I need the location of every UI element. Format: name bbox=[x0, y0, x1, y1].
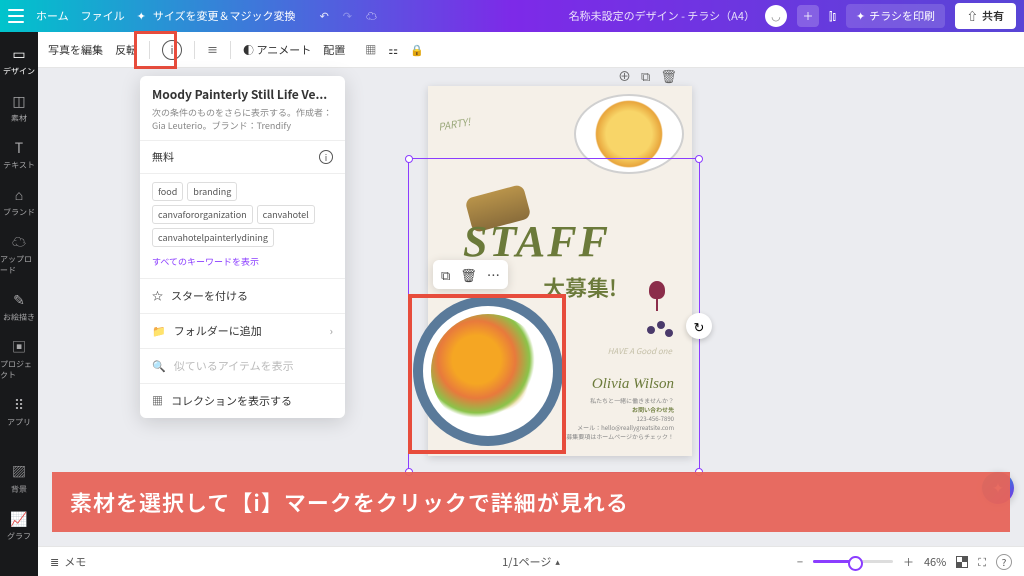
food-image-1[interactable] bbox=[574, 94, 684, 174]
info-icon[interactable]: i bbox=[162, 40, 182, 60]
delete-icon[interactable]: 🗑 bbox=[460, 265, 477, 284]
link-icon[interactable]: ⚏ bbox=[388, 42, 398, 58]
similar-action: 🔍似ているアイテムを表示 bbox=[140, 348, 345, 383]
folder-action[interactable]: 📁フォルダーに追加› bbox=[140, 313, 345, 348]
info-panel: Moody Painterly Still Life Ve... 次の条件のもの… bbox=[140, 76, 345, 418]
separator bbox=[230, 41, 231, 59]
tag[interactable]: branding bbox=[187, 182, 237, 201]
help-icon[interactable]: ? bbox=[996, 554, 1012, 570]
memo-icon: ≣ bbox=[50, 554, 59, 570]
food-image-selected[interactable] bbox=[413, 296, 563, 446]
page-comment-icon[interactable]: ⊕ bbox=[618, 68, 631, 85]
annotation-caption: 素材を選択して【i】マークをクリックで詳細が見れる bbox=[52, 472, 1010, 532]
share-button[interactable]: ⇧ 共有 bbox=[955, 3, 1016, 29]
sidebar-background[interactable]: ▨背景 bbox=[0, 456, 38, 501]
chevron-right-icon: › bbox=[330, 323, 333, 339]
info-subtitle: 次の条件のものをさらに表示する。作成者：Gia Leuterio。ブランド：Tr… bbox=[152, 107, 333, 132]
resize-magic[interactable]: サイズを変更＆マジック変換 bbox=[137, 8, 296, 24]
cloud-sync-icon[interactable]: ☁ bbox=[366, 8, 377, 24]
floating-toolbar: ⧉ 🗑 ⋯ bbox=[433, 260, 508, 289]
zoom-value[interactable]: 46% bbox=[924, 554, 946, 570]
signature-text[interactable]: Olivia Wilson bbox=[592, 376, 674, 393]
menu-icon[interactable] bbox=[8, 9, 24, 23]
sidebar-design[interactable]: ▭デザイン bbox=[0, 38, 38, 83]
contact-text[interactable]: 私たちと一緒に働きませんか？ お問い合わせ先 123-456-7890 メール：… bbox=[566, 396, 674, 441]
animate[interactable]: ◐ アニメート bbox=[243, 42, 311, 58]
page-delete-icon[interactable]: 🗑 bbox=[660, 68, 677, 85]
recruit-heading[interactable]: 大募集! bbox=[543, 271, 617, 303]
wine-image[interactable] bbox=[647, 281, 667, 316]
collection-action[interactable]: ▦コレクションを表示する bbox=[140, 383, 345, 418]
analytics-icon[interactable]: ⫿⫾ bbox=[829, 8, 836, 24]
upgrade-icon[interactable]: ＋ bbox=[797, 5, 819, 27]
page-indicator[interactable]: 1/1ページ bbox=[502, 554, 551, 570]
align-icon[interactable]: ≡ bbox=[207, 42, 218, 58]
redo-icon[interactable]: ↷ bbox=[343, 8, 352, 24]
position[interactable]: 配置 bbox=[323, 42, 345, 58]
sidebar-apps[interactable]: ⠿アプリ bbox=[0, 389, 38, 434]
berries-image[interactable] bbox=[647, 321, 677, 341]
folder-icon: 📁 bbox=[152, 323, 166, 339]
grid-view-icon[interactable] bbox=[956, 556, 968, 568]
more-icon[interactable]: ⋯ bbox=[487, 265, 500, 284]
transparency-icon[interactable]: ▦ bbox=[365, 42, 376, 58]
flip[interactable]: 反転 bbox=[115, 42, 137, 58]
page-duplicate-icon[interactable]: ⧉ bbox=[641, 68, 650, 85]
print-button[interactable]: ✦ チラシを印刷 bbox=[846, 4, 945, 28]
sidebar-elements[interactable]: ◫素材 bbox=[0, 85, 38, 130]
edit-photo[interactable]: 写真を編集 bbox=[48, 42, 103, 58]
star-icon: ☆ bbox=[152, 288, 163, 304]
avatar[interactable]: ◡ bbox=[765, 5, 787, 27]
sidebar-projects[interactable]: ▣プロジェクト bbox=[0, 331, 38, 387]
sidebar-upload[interactable]: ☁アップロード bbox=[0, 226, 38, 282]
undo-icon[interactable]: ↶ bbox=[320, 8, 329, 24]
collection-icon: ▦ bbox=[152, 393, 163, 409]
decorative-text: HAVE A Good one bbox=[608, 346, 672, 357]
tag[interactable]: canvahotelpainterlydining bbox=[152, 228, 274, 247]
search-icon: 🔍 bbox=[152, 358, 166, 374]
price-info-icon[interactable]: i bbox=[319, 150, 333, 164]
info-tags: food branding canvafororganization canva… bbox=[140, 173, 345, 255]
lock-icon[interactable]: 🔒 bbox=[410, 42, 424, 58]
duplicate-icon[interactable]: ⧉ bbox=[441, 265, 450, 284]
sidebar-brand[interactable]: ⌂ブランド bbox=[0, 179, 38, 224]
zoom-in-icon[interactable]: ＋ bbox=[903, 554, 914, 570]
sidebar-text[interactable]: Tテキスト bbox=[0, 132, 38, 177]
fullscreen-icon[interactable]: ⛶ bbox=[978, 554, 986, 570]
document-title[interactable]: 名称未設定のデザイン - チラシ（A4） bbox=[569, 8, 755, 24]
separator bbox=[194, 41, 195, 59]
tag[interactable]: food bbox=[152, 182, 183, 201]
chevron-up-icon[interactable]: ▴ bbox=[555, 555, 560, 568]
home-link[interactable]: ホーム bbox=[36, 8, 69, 24]
decorative-text: PARTY! bbox=[437, 113, 471, 133]
rotate-handle[interactable]: ↻ bbox=[686, 313, 712, 339]
tag[interactable]: canvafororganization bbox=[152, 205, 253, 224]
star-action[interactable]: ☆スターを付ける bbox=[140, 278, 345, 313]
info-title: Moody Painterly Still Life Ve... bbox=[152, 86, 333, 103]
file-menu[interactable]: ファイル bbox=[81, 8, 125, 24]
memo-button[interactable]: ≣メモ bbox=[50, 554, 86, 570]
all-keywords-link[interactable]: すべてのキーワードを表示 bbox=[140, 255, 345, 278]
sidebar-charts[interactable]: 📈グラフ bbox=[0, 503, 38, 548]
sidebar-draw[interactable]: ✎お絵描き bbox=[0, 284, 38, 329]
zoom-out-icon[interactable]: − bbox=[797, 554, 803, 570]
separator bbox=[149, 41, 150, 59]
info-price: 無料 bbox=[152, 149, 174, 165]
zoom-slider[interactable] bbox=[813, 560, 893, 563]
tag[interactable]: canvahotel bbox=[257, 205, 315, 224]
